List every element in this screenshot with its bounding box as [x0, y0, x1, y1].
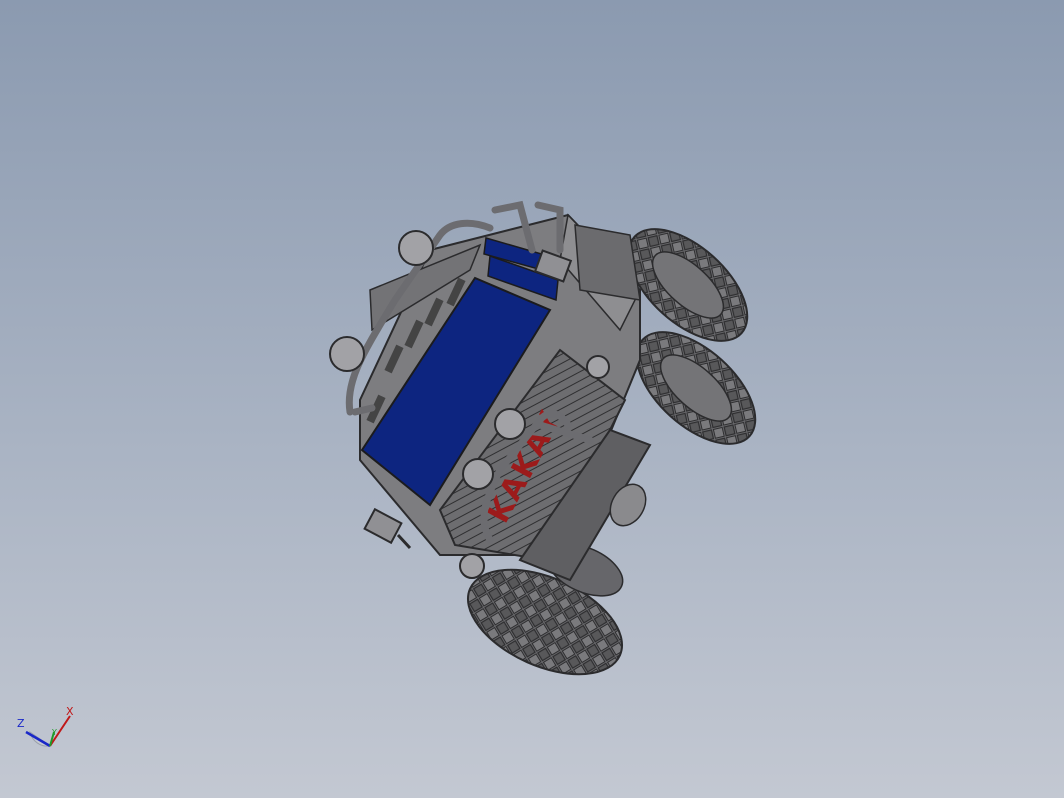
axis-x-label: X: [66, 705, 74, 718]
axis-z-label: Z: [17, 717, 25, 730]
vehicle-model[interactable]: KAKAY: [0, 0, 1064, 798]
coordinate-triad: X Z Y: [17, 705, 74, 748]
graphics-viewport[interactable]: KAKAY X Z Y: [0, 0, 1064, 798]
axis-y-label: Y: [51, 728, 57, 737]
